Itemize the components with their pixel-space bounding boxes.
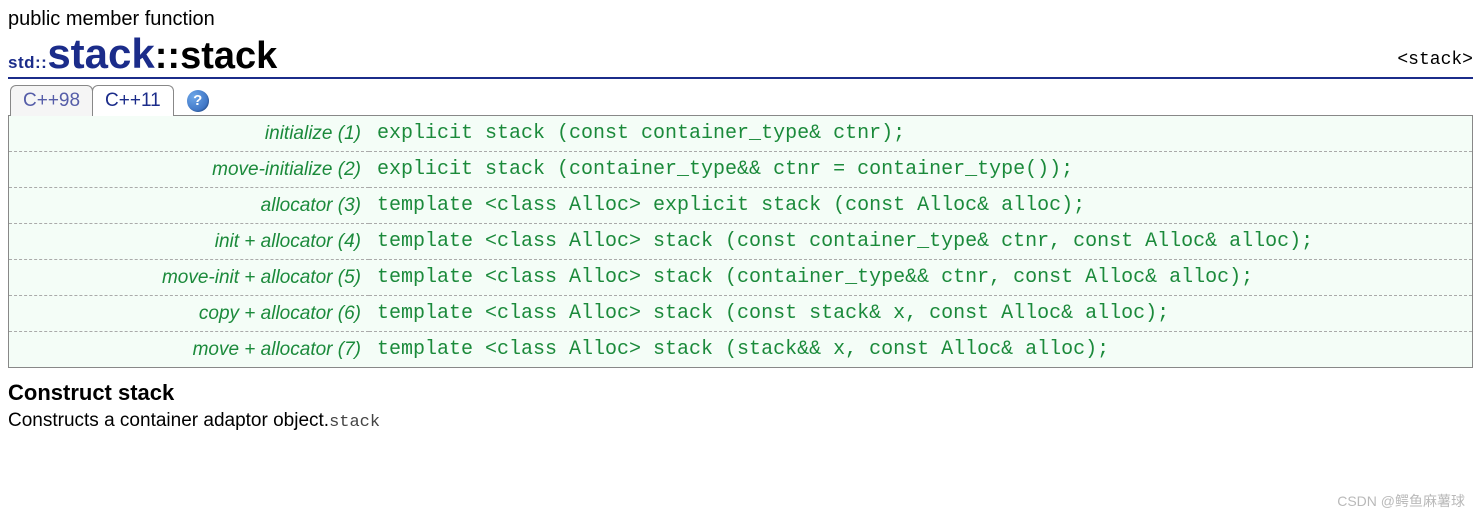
prototype-label: copy + allocator (6): [9, 296, 369, 332]
description-mono: stack: [329, 413, 380, 432]
page-subtitle: public member function: [8, 8, 1473, 31]
prototype-label: initialize (1): [9, 116, 369, 152]
prototype-code: template <class Alloc> stack (container_…: [369, 260, 1472, 296]
title-row: std::stack::stack <stack>: [8, 33, 1473, 79]
class-name: stack: [47, 30, 154, 77]
prototype-code: explicit stack (container_type&& ctnr = …: [369, 152, 1472, 188]
prototype-row: move + allocator (7) template <class All…: [9, 332, 1472, 368]
prototype-label: move-init + allocator (5): [9, 260, 369, 296]
prototype-box: initialize (1) explicit stack (const con…: [8, 115, 1473, 368]
prototype-label: move-initialize (2): [9, 152, 369, 188]
prototype-row: move-init + allocator (5) template <clas…: [9, 260, 1472, 296]
prototype-label: allocator (3): [9, 188, 369, 224]
prototype-row: init + allocator (4) template <class All…: [9, 224, 1472, 260]
page-title: std::stack::stack: [8, 33, 277, 75]
prototype-label: init + allocator (4): [9, 224, 369, 260]
prototype-code: template <class Alloc> stack (stack&& x,…: [369, 332, 1472, 368]
description-text: Constructs a container adaptor object.: [8, 410, 329, 431]
tab-cpp11[interactable]: C++11: [92, 85, 174, 116]
member-name: stack: [180, 35, 277, 77]
prototype-row: allocator (3) template <class Alloc> exp…: [9, 188, 1472, 224]
prototype-label: move + allocator (7): [9, 332, 369, 368]
standard-tabs: C++98 C++11 ?: [10, 85, 1473, 116]
prototype-code: template <class Alloc> stack (const cont…: [369, 224, 1472, 260]
prototype-code: template <class Alloc> explicit stack (c…: [369, 188, 1472, 224]
prototype-row: copy + allocator (6) template <class All…: [9, 296, 1472, 332]
prototype-table: initialize (1) explicit stack (const con…: [9, 116, 1472, 367]
prototype-row: initialize (1) explicit stack (const con…: [9, 116, 1472, 152]
prototype-row: move-initialize (2) explicit stack (cont…: [9, 152, 1472, 188]
header-include: <stack>: [1397, 50, 1473, 75]
section-title: Construct stack: [8, 380, 1473, 406]
namespace-prefix: std::: [8, 53, 47, 72]
prototype-code: template <class Alloc> stack (const stac…: [369, 296, 1472, 332]
description: Constructs a container adaptor object.st…: [8, 410, 1473, 432]
tab-cpp98[interactable]: C++98: [10, 85, 93, 116]
watermark: CSDN @鳄鱼麻薯球: [1337, 491, 1465, 511]
help-icon[interactable]: ?: [187, 90, 209, 112]
prototype-code: explicit stack (const container_type& ct…: [369, 116, 1472, 152]
scope-separator: ::: [155, 35, 180, 77]
